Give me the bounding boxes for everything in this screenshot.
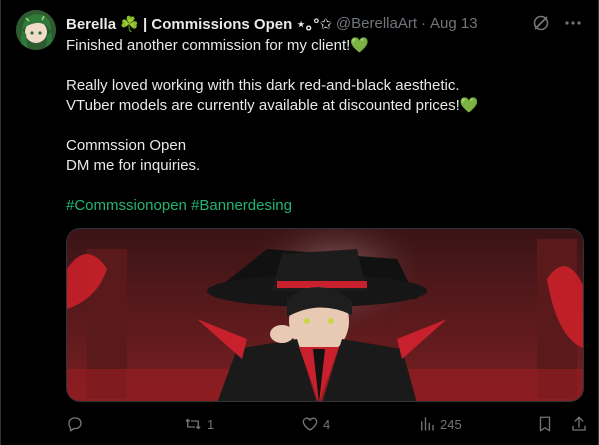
views-icon [418, 415, 436, 433]
bookmark-button[interactable] [536, 415, 554, 433]
action-bar: 1 4 245 [66, 412, 586, 436]
grok-icon[interactable] [531, 13, 551, 33]
views-count: 245 [440, 416, 462, 432]
post-line: DM me for inquiries. [66, 157, 201, 174]
post-text: Finished another commission for my clien… [66, 36, 576, 216]
repost-count: 1 [207, 416, 215, 432]
repost-icon [183, 415, 203, 433]
views-button[interactable]: 245 [418, 415, 462, 433]
share-icon [570, 415, 588, 433]
handle[interactable]: @BerellaArt [336, 15, 417, 32]
post-line: Really loved working with this dark red-… [66, 77, 460, 94]
display-name[interactable]: Berella ☘️ | Commissions Open ⋆｡°✩ [66, 13, 332, 34]
like-button[interactable]: 4 [301, 415, 330, 433]
post-line: Commssion Open [66, 137, 187, 154]
more-icon[interactable] [563, 13, 583, 33]
post-line: Finished another commission for my clien… [66, 37, 369, 54]
hashtags: #Commssionopen #Bannerdesing [66, 196, 576, 216]
post-image[interactable] [66, 228, 584, 402]
repost-button[interactable]: 1 [183, 415, 214, 433]
post-line: VTuber models are currently available at… [66, 97, 479, 114]
separator-dot: · [421, 14, 426, 32]
post-date[interactable]: Aug 13 [430, 15, 478, 32]
hashtag-link[interactable]: #Bannerdesing [191, 197, 292, 214]
avatar[interactable] [16, 10, 56, 50]
reply-icon [66, 415, 84, 433]
share-button[interactable] [570, 415, 588, 433]
post-header: Berella ☘️ | Commissions Open ⋆｡°✩ @Bere… [66, 12, 583, 34]
like-icon [301, 415, 319, 433]
reply-button[interactable] [66, 415, 88, 433]
like-count: 4 [323, 416, 331, 432]
hashtag-link[interactable]: #Commssionopen [66, 197, 187, 214]
bookmark-icon [536, 415, 554, 433]
